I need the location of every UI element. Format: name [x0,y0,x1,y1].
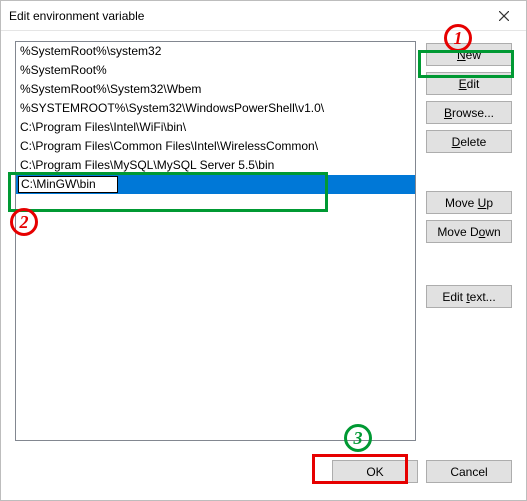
move-up-button[interactable]: Move Up [426,191,512,214]
inline-edit-input[interactable] [18,176,118,193]
list-item[interactable]: %SystemRoot% [16,61,415,80]
titlebar: Edit environment variable [1,1,526,31]
new-button[interactable]: New [426,43,512,66]
button-column: New Edit Browse... Delete Move Up Move D… [426,41,514,441]
edit-button[interactable]: Edit [426,72,512,95]
list-item[interactable]: C:\Program Files\MySQL\MySQL Server 5.5\… [16,156,415,175]
edit-env-var-dialog: Edit environment variable %SystemRoot%\s… [1,1,526,500]
list-item[interactable]: C:\Program Files\Common Files\Intel\Wire… [16,137,415,156]
move-down-button[interactable]: Move Down [426,220,512,243]
list-item-selected[interactable] [16,175,415,194]
browse-button[interactable]: Browse... [426,101,512,124]
ok-button[interactable]: OK [332,460,418,483]
list-item[interactable]: C:\Program Files\Intel\WiFi\bin\ [16,118,415,137]
close-icon [499,11,509,21]
close-button[interactable] [481,1,526,30]
list-item[interactable]: %SystemRoot%\system32 [16,42,415,61]
dialog-footer: OK Cancel [1,453,526,500]
dialog-title: Edit environment variable [9,9,144,23]
list-item[interactable]: %SYSTEMROOT%\System32\WindowsPowerShell\… [16,99,415,118]
list-item[interactable]: %SystemRoot%\System32\Wbem [16,80,415,99]
edit-text-button[interactable]: Edit text... [426,285,512,308]
path-listbox[interactable]: %SystemRoot%\system32 %SystemRoot% %Syst… [15,41,416,441]
delete-button[interactable]: Delete [426,130,512,153]
cancel-button[interactable]: Cancel [426,460,512,483]
